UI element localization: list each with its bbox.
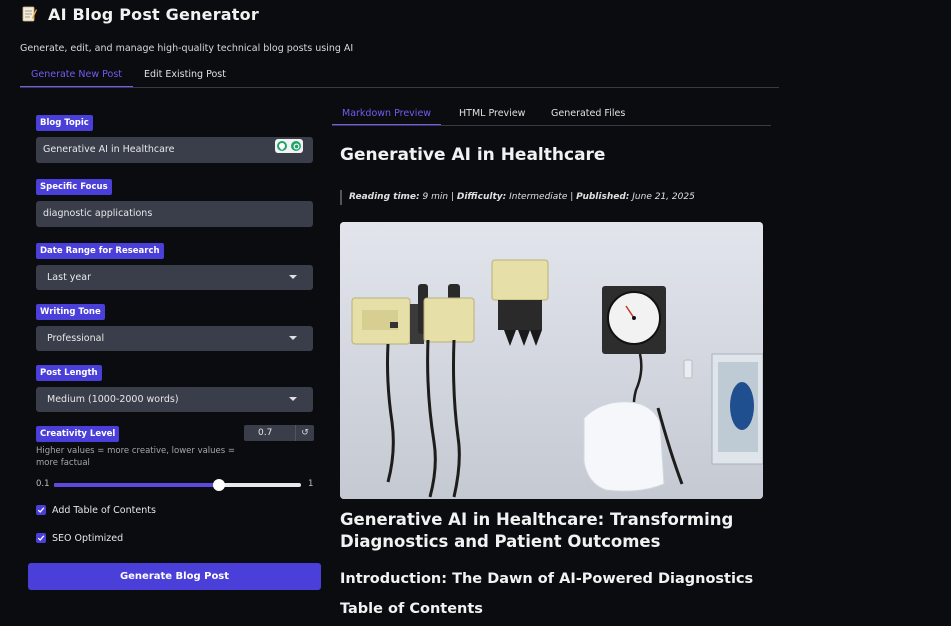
- published-label: Published:: [576, 192, 630, 202]
- difficulty-label: Difficulty:: [456, 192, 507, 202]
- specific-focus-value: diagnostic applications: [43, 208, 153, 219]
- difficulty-value: Intermediate: [509, 192, 568, 202]
- main-tabs: Generate New Post Edit Existing Post: [20, 66, 779, 88]
- writing-tone-select[interactable]: Professional: [36, 326, 313, 351]
- slider-fill: [54, 483, 220, 487]
- chevron-down-icon: [289, 336, 297, 340]
- blog-topic-input[interactable]: Generative AI in Healthcare: [36, 137, 313, 163]
- meta-separator: |: [450, 192, 454, 202]
- preview-title: Generative AI in Healthcare: [340, 145, 606, 165]
- seo-checkbox[interactable]: [36, 533, 46, 543]
- post-length-select[interactable]: Medium (1000-2000 words): [36, 387, 313, 412]
- meta-separator: |: [570, 192, 574, 202]
- tab-generate-new-post[interactable]: Generate New Post: [20, 66, 134, 87]
- memo-icon: [20, 5, 38, 23]
- blog-topic-label: Blog Topic: [36, 115, 93, 131]
- tab-markdown-preview[interactable]: Markdown Preview: [332, 104, 442, 125]
- hero-image: [340, 222, 763, 499]
- specific-focus-label: Specific Focus: [36, 179, 112, 195]
- generate-blog-post-button[interactable]: Generate Blog Post: [28, 563, 321, 590]
- reading-time-label: Reading time:: [349, 192, 420, 202]
- chevron-down-icon: [289, 275, 297, 279]
- reset-icon[interactable]: ↺: [295, 425, 314, 441]
- post-length-label: Post Length: [36, 365, 102, 381]
- tab-html-preview[interactable]: HTML Preview: [449, 104, 535, 124]
- chevron-down-icon: [289, 397, 297, 401]
- slider-thumb[interactable]: [213, 479, 226, 491]
- creativity-help-text: Higher values = more creative, lower val…: [36, 446, 236, 468]
- grammarly-icon[interactable]: [291, 141, 301, 151]
- date-range-value: Last year: [47, 272, 92, 283]
- post-meta: Reading time: 9 min | Difficulty: Interm…: [340, 190, 695, 205]
- app-header: AI Blog Post Generator: [20, 4, 259, 24]
- published-value: June 21, 2025: [632, 192, 695, 202]
- blog-topic-value: Generative AI in Healthcare: [43, 144, 175, 155]
- toc-heading: Table of Contents: [340, 601, 483, 617]
- specific-focus-input[interactable]: diagnostic applications: [36, 201, 313, 227]
- app-subtitle: Generate, edit, and manage high-quality …: [20, 43, 354, 54]
- post-heading: Generative AI in Healthcare: Transformin…: [340, 510, 734, 551]
- tab-edit-existing-post[interactable]: Edit Existing Post: [133, 66, 237, 86]
- creativity-slider[interactable]: [54, 479, 301, 491]
- reading-time-value: 9 min: [422, 192, 449, 202]
- creativity-value: 0.7: [258, 428, 273, 438]
- app-title: AI Blog Post Generator: [48, 4, 259, 24]
- slider-min-label: 0.1: [36, 479, 50, 489]
- add-toc-checkbox[interactable]: [36, 505, 46, 515]
- post-length-value: Medium (1000-2000 words): [47, 394, 179, 405]
- date-range-select[interactable]: Last year: [36, 265, 313, 290]
- creativity-level-label: Creativity Level: [36, 426, 120, 442]
- date-range-label: Date Range for Research: [36, 243, 164, 259]
- tab-generated-files[interactable]: Generated Files: [541, 104, 635, 124]
- seo-label: SEO Optimized: [52, 532, 124, 544]
- add-toc-checkbox-row[interactable]: Add Table of Contents: [36, 503, 156, 517]
- generator-form: Blog Topic Generative AI in Healthcare S…: [28, 106, 321, 596]
- add-toc-label: Add Table of Contents: [52, 504, 156, 516]
- extension-badges[interactable]: [275, 139, 303, 153]
- seo-checkbox-row[interactable]: SEO Optimized: [36, 531, 123, 545]
- writing-tone-label: Writing Tone: [36, 304, 105, 320]
- writing-tone-value: Professional: [47, 333, 105, 344]
- creativity-number-input[interactable]: 0.7 ↺: [244, 425, 314, 441]
- preview-tabs: Markdown Preview HTML Preview Generated …: [332, 104, 771, 126]
- location-pin-icon[interactable]: [277, 141, 287, 151]
- intro-heading: Introduction: The Dawn of AI-Powered Dia…: [340, 571, 754, 587]
- slider-max-label: 1: [308, 479, 314, 489]
